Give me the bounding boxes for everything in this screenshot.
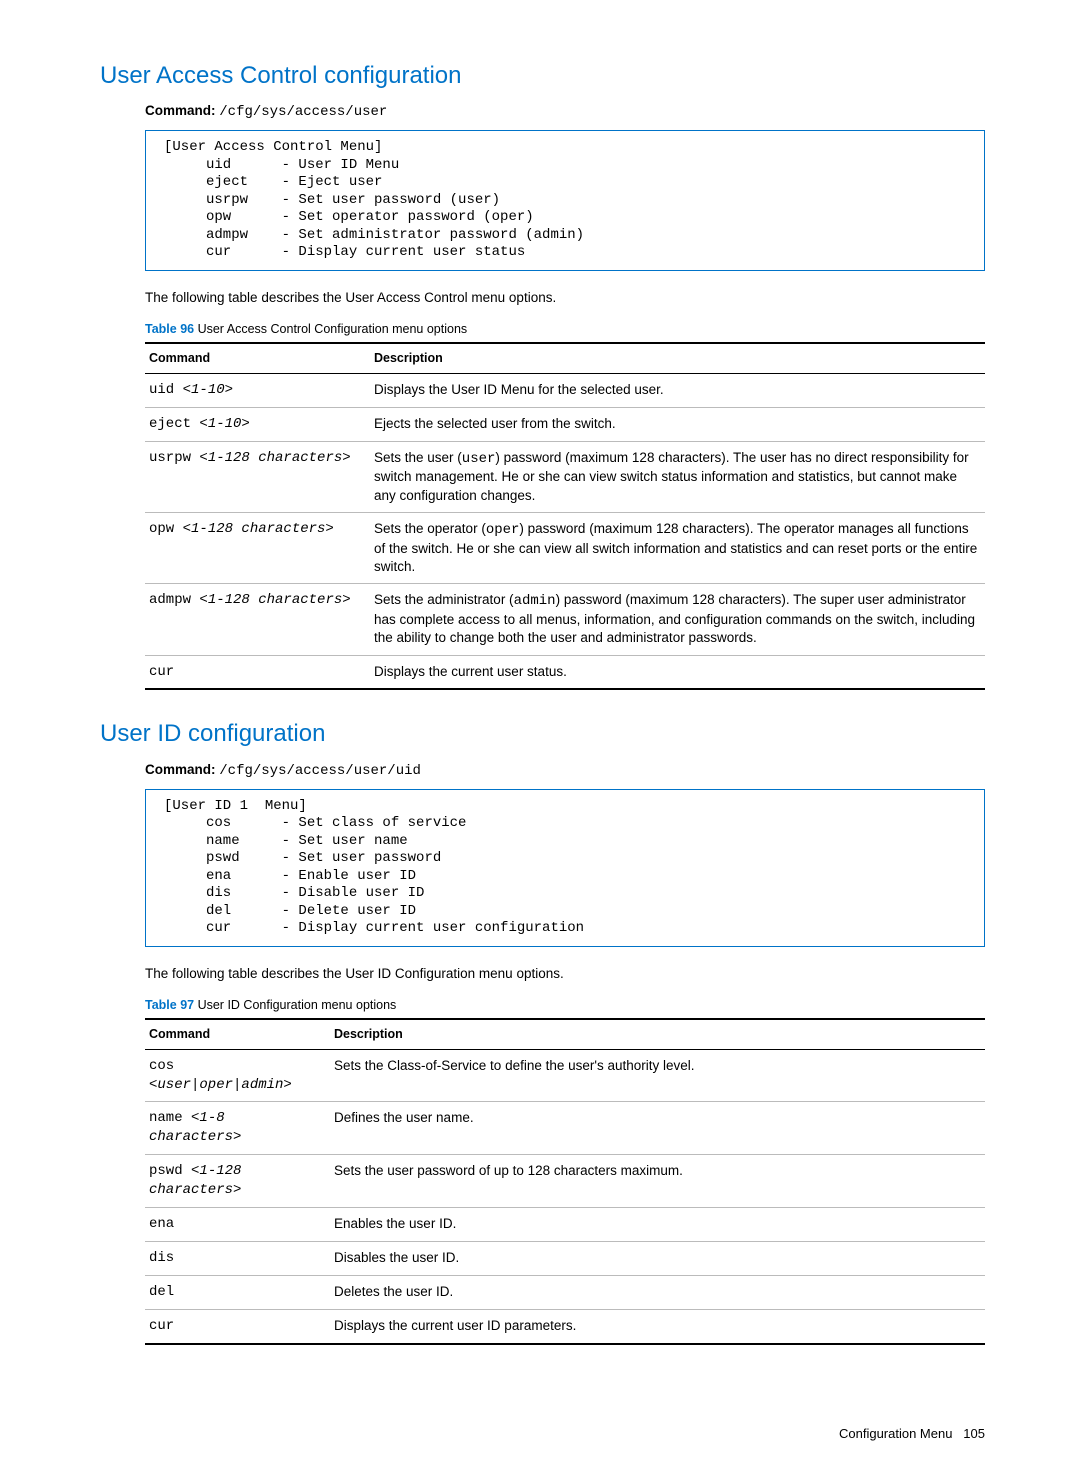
description-cell: Sets the administrator (admin) password … [370,584,985,655]
heading-user-id: User ID configuration [100,718,985,750]
table96-col2: Description [370,343,985,373]
table97-caption: Table 97 User ID Configuration menu opti… [145,997,985,1014]
table-row: curDisplays the current user ID paramete… [145,1309,985,1343]
description-cell: Defines the user name. [330,1102,985,1155]
command-cell: admpw <1-128 characters> [145,584,370,655]
command-cell: opw <1-128 characters> [145,512,370,583]
table-row: cos <user|oper|admin>Sets the Class-of-S… [145,1049,985,1102]
table96-label: Table 96 [145,322,194,336]
command-cell: usrpw <1-128 characters> [145,441,370,512]
table96-col1: Command [145,343,370,373]
table96-caption: Table 96 User Access Control Configurati… [145,321,985,338]
command-path: /cfg/sys/access/user/uid [219,763,421,779]
command-line-1: Command: /cfg/sys/access/user [145,102,985,122]
table-row: name <1-8 characters>Defines the user na… [145,1102,985,1155]
section2-body: The following table describes the User I… [145,965,985,983]
description-cell: Ejects the selected user from the switch… [370,407,985,441]
table96-body: uid <1-10>Displays the User ID Menu for … [145,373,985,689]
command-cell: cur [145,655,370,689]
footer-section: Configuration Menu [839,1426,952,1441]
table-row: disDisables the user ID. [145,1241,985,1275]
menu-box-user-access: [User Access Control Menu] uid - User ID… [145,130,985,271]
command-cell: cos <user|oper|admin> [145,1049,330,1102]
table97-label: Table 97 [145,998,194,1012]
command-line-2: Command: /cfg/sys/access/user/uid [145,761,985,781]
table96: Command Description uid <1-10>Displays t… [145,342,985,691]
table97: Command Description cos <user|oper|admin… [145,1018,985,1345]
table96-title: User Access Control Configuration menu o… [194,322,467,336]
table-row: delDeletes the user ID. [145,1275,985,1309]
table-row: eject <1-10>Ejects the selected user fro… [145,407,985,441]
command-cell: name <1-8 characters> [145,1102,330,1155]
table97-title: User ID Configuration menu options [194,998,396,1012]
command-path: /cfg/sys/access/user [219,104,387,120]
menu-box-user-id: [User ID 1 Menu] cos - Set class of serv… [145,789,985,947]
table-row: usrpw <1-128 characters>Sets the user (u… [145,441,985,512]
command-cell: ena [145,1208,330,1242]
table-row: pswd <1-128 characters>Sets the user pas… [145,1155,985,1208]
command-cell: dis [145,1241,330,1275]
command-cell: uid <1-10> [145,373,370,407]
description-cell: Enables the user ID. [330,1208,985,1242]
description-cell: Sets the operator (oper) password (maxim… [370,512,985,583]
command-label: Command: [145,762,216,777]
page-footer: Configuration Menu 105 [100,1425,985,1443]
description-cell: Disables the user ID. [330,1241,985,1275]
command-label: Command: [145,103,216,118]
command-cell: cur [145,1309,330,1343]
command-cell: eject <1-10> [145,407,370,441]
table-row: admpw <1-128 characters>Sets the adminis… [145,584,985,655]
table-row: uid <1-10>Displays the User ID Menu for … [145,373,985,407]
footer-page: 105 [963,1426,985,1441]
table97-col1: Command [145,1019,330,1049]
description-cell: Sets the user password of up to 128 char… [330,1155,985,1208]
description-cell: Sets the user (user) password (maximum 1… [370,441,985,512]
section-user-id-config: User ID configuration Command: /cfg/sys/… [100,718,985,1344]
section1-body: The following table describes the User A… [145,289,985,307]
description-cell: Displays the current user ID parameters. [330,1309,985,1343]
command-cell: del [145,1275,330,1309]
heading-user-access-control: User Access Control configuration [100,60,985,92]
table-row: opw <1-128 characters>Sets the operator … [145,512,985,583]
command-cell: pswd <1-128 characters> [145,1155,330,1208]
table-row: enaEnables the user ID. [145,1208,985,1242]
description-cell: Displays the User ID Menu for the select… [370,373,985,407]
description-cell: Displays the current user status. [370,655,985,689]
table97-body: cos <user|oper|admin>Sets the Class-of-S… [145,1049,985,1343]
table-row: curDisplays the current user status. [145,655,985,689]
section-user-access-control: User Access Control configuration Comman… [100,60,985,690]
description-cell: Deletes the user ID. [330,1275,985,1309]
description-cell: Sets the Class-of-Service to define the … [330,1049,985,1102]
table97-col2: Description [330,1019,985,1049]
